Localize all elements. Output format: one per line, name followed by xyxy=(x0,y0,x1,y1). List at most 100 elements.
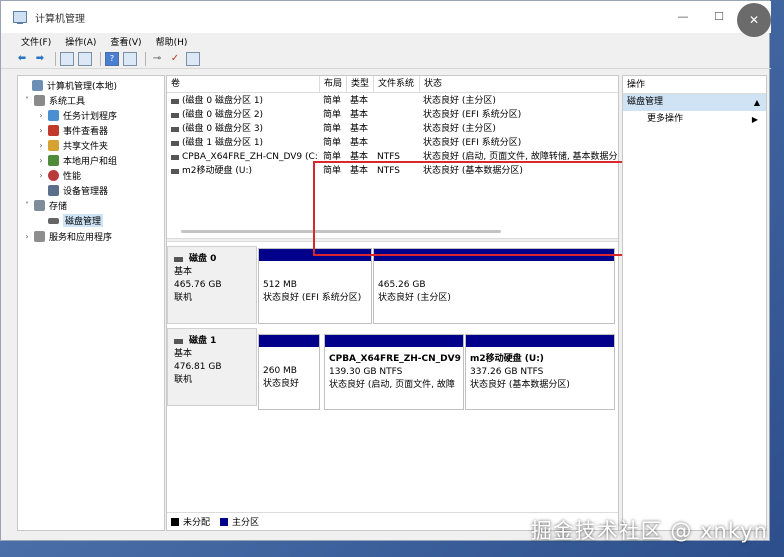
partition-bar xyxy=(466,335,614,347)
event-viewer-icon xyxy=(48,125,59,136)
disk-size: 476.81 GB xyxy=(174,362,222,372)
disk-icon xyxy=(174,257,183,262)
window-controls: — ☐ ✕ xyxy=(665,1,771,37)
tree-item-services-applications[interactable]: › 服务和应用程序 xyxy=(22,229,112,244)
disk-1-label[interactable]: 磁盘 1 基本 476.81 GB 联机 xyxy=(167,328,257,406)
column-header-status[interactable]: 状态 xyxy=(420,76,618,93)
tree-item-device-manager[interactable]: 设备管理器 xyxy=(36,183,108,198)
volume-status: 状态良好 (主分区) xyxy=(423,124,496,134)
tree-item-performance[interactable]: › 性能 xyxy=(36,168,81,183)
column-header-filesystem[interactable]: 文件系统 xyxy=(374,76,420,93)
volume-type: 基本 xyxy=(350,110,369,120)
menu-bar: 文件(F) 操作(A) 查看(V) 帮助(H) xyxy=(1,33,771,49)
column-header-volume[interactable]: 卷 xyxy=(167,76,320,93)
volume-name: (磁盘 1 磁盘分区 1) xyxy=(182,138,264,148)
menu-help[interactable]: 帮助(H) xyxy=(156,35,188,48)
tree-item-label: 服务和应用程序 xyxy=(49,233,113,243)
maximize-button[interactable]: ☐ xyxy=(701,1,737,33)
task-scheduler-icon xyxy=(48,110,59,121)
chevron-down-icon[interactable]: ˅ xyxy=(22,201,32,210)
actions-pane: 操作 磁盘管理 ▲ 更多操作 ▶ xyxy=(622,75,767,531)
partition-u-drive[interactable]: m2移动硬盘 (U:) 337.26 GB NTFS 状态良好 (基本数据分区) xyxy=(465,334,615,410)
chevron-right-icon[interactable]: › xyxy=(36,156,46,165)
partition-status: 状态良好 (EFI 系统分区) xyxy=(263,293,362,303)
volume-name: m2移动硬盘 (U:) xyxy=(182,166,252,176)
show-hide-tree-icon[interactable] xyxy=(78,51,92,66)
chevron-right-icon[interactable]: › xyxy=(22,232,32,241)
tree-item-storage[interactable]: ˅ 存储 xyxy=(22,198,67,213)
tree-item-shared-folders[interactable]: › 共享文件夹 xyxy=(36,138,108,153)
properties-icon[interactable] xyxy=(123,51,137,66)
connect-icon[interactable]: ⊸ xyxy=(150,52,164,66)
close-button[interactable]: ✕ xyxy=(737,3,771,37)
partition-disk0-primary[interactable]: 465.26 GB 状态良好 (主分区) xyxy=(373,248,615,324)
collapse-icon[interactable]: ▲ xyxy=(754,94,760,111)
volume-name: (磁盘 0 磁盘分区 1) xyxy=(182,96,264,106)
menu-view[interactable]: 查看(V) xyxy=(110,35,141,48)
chevron-right-icon[interactable]: › xyxy=(36,111,46,120)
chevron-right-icon[interactable]: › xyxy=(36,126,46,135)
device-manager-icon xyxy=(48,185,59,196)
menu-action[interactable]: 操作(A) xyxy=(65,35,96,48)
tree-item-label: 共享文件夹 xyxy=(63,142,109,152)
legend-primary: 主分区 xyxy=(232,518,260,528)
partition-size: 512 MB xyxy=(263,280,297,290)
tree-item-label: 本地用户和组 xyxy=(63,157,118,167)
help-icon[interactable]: ? xyxy=(105,51,119,66)
partition-size: 260 MB xyxy=(263,366,297,376)
volume-table-header: 卷 布局 类型 文件系统 状态 xyxy=(167,76,618,93)
tree-item-local-users-groups[interactable]: › 本地用户和组 xyxy=(36,153,117,168)
partition-name: m2移动硬盘 (U:) xyxy=(470,354,544,364)
toolbar-separator xyxy=(55,51,56,66)
computer-management-window: 计算机管理 — ☐ ✕ 文件(F) 操作(A) 查看(V) 帮助(H) ⬅ ➡ … xyxy=(0,0,771,541)
window-title: 计算机管理 xyxy=(35,13,85,25)
chevron-right-icon[interactable]: › xyxy=(36,141,46,150)
watermark: 掘金技术社区 @ xnkyn xyxy=(530,519,768,543)
tree-item-label: 系统工具 xyxy=(49,97,86,107)
volume-icon xyxy=(171,98,179,104)
disk-name: 磁盘 1 xyxy=(189,336,217,346)
up-folder-icon[interactable] xyxy=(60,51,74,66)
volume-icon xyxy=(171,140,179,146)
menu-file[interactable]: 文件(F) xyxy=(21,35,51,48)
back-arrow-icon[interactable]: ⬅ xyxy=(15,52,29,66)
title-bar: 计算机管理 — ☐ ✕ xyxy=(1,1,771,37)
navigation-tree: 计算机管理(本地) ˅ 系统工具 › 任务计划程序 › 事件查看器 › 共享文件… xyxy=(17,75,165,531)
chevron-right-icon[interactable]: › xyxy=(36,171,46,180)
tree-item-label: 事件查看器 xyxy=(63,127,109,137)
tree-item-label: 计算机管理(本地) xyxy=(47,82,118,92)
volume-type: 基本 xyxy=(350,96,369,106)
forward-arrow-icon[interactable]: ➡ xyxy=(33,52,47,66)
more-actions-item[interactable]: 更多操作 ▶ xyxy=(623,111,766,128)
partition-disk1-efi[interactable]: 260 MB 状态良好 xyxy=(258,334,320,410)
shared-folder-icon xyxy=(48,140,59,151)
chevron-down-icon[interactable]: ˅ xyxy=(22,96,32,105)
table-row[interactable]: (磁盘 0 磁盘分区 3) 简单 基本 状态良好 (主分区) xyxy=(167,122,618,136)
tree-item-system-tools[interactable]: ˅ 系统工具 xyxy=(22,93,85,108)
view-icon[interactable] xyxy=(186,51,200,66)
table-row[interactable]: (磁盘 1 磁盘分区 1) 简单 基本 状态良好 (EFI 系统分区) xyxy=(167,136,618,150)
toolbar-separator xyxy=(145,51,146,66)
partition-name: CPBA_X64FRE_ZH-CN_DV9 xyxy=(329,354,461,364)
volume-name: CPBA_X64FRE_ZH-CN_DV9 (C:) xyxy=(182,152,319,162)
volume-filesystem xyxy=(373,108,419,122)
minimize-button[interactable]: — xyxy=(665,1,701,33)
submenu-arrow-icon: ▶ xyxy=(751,115,758,124)
partition-disk0-efi[interactable]: 512 MB 状态良好 (EFI 系统分区) xyxy=(258,248,372,324)
toolbar-separator xyxy=(100,51,101,66)
column-header-layout[interactable]: 布局 xyxy=(320,76,347,93)
volume-icon xyxy=(171,126,179,132)
column-header-type[interactable]: 类型 xyxy=(347,76,374,93)
services-icon xyxy=(34,231,45,242)
disk-0-label[interactable]: 磁盘 0 基本 465.76 GB 联机 xyxy=(167,246,257,324)
table-row[interactable]: (磁盘 0 磁盘分区 1) 简单 基本 状态良好 (主分区) xyxy=(167,94,618,108)
tree-item-task-scheduler[interactable]: › 任务计划程序 xyxy=(36,108,117,123)
actions-section-disk-management[interactable]: 磁盘管理 ▲ xyxy=(623,94,766,111)
check-icon[interactable]: ✓ xyxy=(168,52,182,66)
tree-item-event-viewer[interactable]: › 事件查看器 xyxy=(36,123,108,138)
tree-item-disk-management[interactable]: 磁盘管理 xyxy=(36,213,104,228)
tree-item-computer-management-local[interactable]: 计算机管理(本地) xyxy=(20,78,117,93)
legend-primary-swatch xyxy=(220,517,229,526)
table-row[interactable]: (磁盘 0 磁盘分区 2) 简单 基本 状态良好 (EFI 系统分区) xyxy=(167,108,618,122)
partition-c-drive[interactable]: CPBA_X64FRE_ZH-CN_DV9 139.30 GB NTFS 状态良… xyxy=(324,334,464,410)
